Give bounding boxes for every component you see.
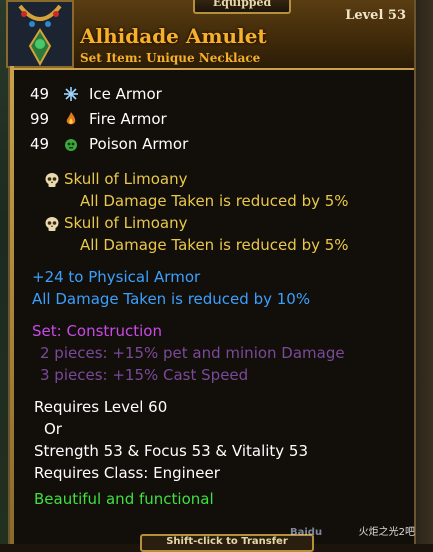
- item-subtitle: Set Item: Unique Necklace: [80, 51, 261, 65]
- armor-label: Ice Armor: [89, 85, 162, 103]
- tooltip-edge: [10, 66, 14, 544]
- socket-name: Skull of Limoany: [64, 170, 188, 188]
- armor-value: 99: [30, 110, 50, 128]
- bonus-damage-reduction: All Damage Taken is reduced by 10%: [32, 290, 311, 308]
- amulet-icon: [6, 0, 74, 68]
- equipped-tab: Equipped: [193, 0, 291, 14]
- watermark-forum: 火炬之光2吧: [358, 527, 415, 538]
- poison-icon: [62, 135, 80, 153]
- socket-effect: All Damage Taken is reduced by 5%: [80, 192, 349, 210]
- requirement-stats: Strength 53 & Focus 53 & Vitality 53: [34, 442, 309, 460]
- requirement-level: Requires Level 60: [34, 398, 168, 416]
- requirement-class: Requires Class: Engineer: [34, 464, 220, 482]
- skull-icon: [44, 172, 60, 188]
- armor-label: Fire Armor: [89, 110, 167, 128]
- background-left: [0, 0, 8, 544]
- armor-value: 49: [30, 135, 50, 153]
- ice-icon: [62, 85, 80, 103]
- bonus-physical-armor: +24 to Physical Armor: [32, 268, 201, 286]
- set-title: Set: Construction: [32, 322, 162, 340]
- set-piece-3: 3 pieces: +15% Cast Speed: [40, 366, 249, 384]
- armor-row-poison: 49 Poison Armor: [30, 134, 188, 154]
- item-level: Level 53: [345, 8, 406, 23]
- requirement-or: Or: [44, 420, 62, 438]
- skull-icon: [44, 216, 60, 232]
- background-right: [415, 0, 433, 544]
- armor-value: 49: [30, 85, 50, 103]
- set-piece-2: 2 pieces: +15% pet and minion Damage: [40, 344, 345, 362]
- item-tooltip: Equipped Alhidade Amulet Set Item: Uniqu…: [6, 0, 416, 552]
- socket-name: Skull of Limoany: [64, 214, 188, 232]
- armor-label: Poison Armor: [89, 135, 189, 153]
- watermark-logo: Baidu: [290, 527, 323, 538]
- socket-effect: All Damage Taken is reduced by 5%: [80, 236, 349, 254]
- armor-row-fire: 99 Fire Armor: [30, 109, 167, 129]
- transfer-hint: Shift-click to Transfer: [140, 534, 314, 552]
- flavor-text: Beautiful and functional: [34, 490, 214, 508]
- item-name: Alhidade Amulet: [80, 24, 267, 48]
- fire-icon: [62, 110, 80, 128]
- armor-row-ice: 49 Ice Armor: [30, 84, 162, 104]
- tooltip-header: Equipped Alhidade Amulet Set Item: Uniqu…: [6, 0, 414, 70]
